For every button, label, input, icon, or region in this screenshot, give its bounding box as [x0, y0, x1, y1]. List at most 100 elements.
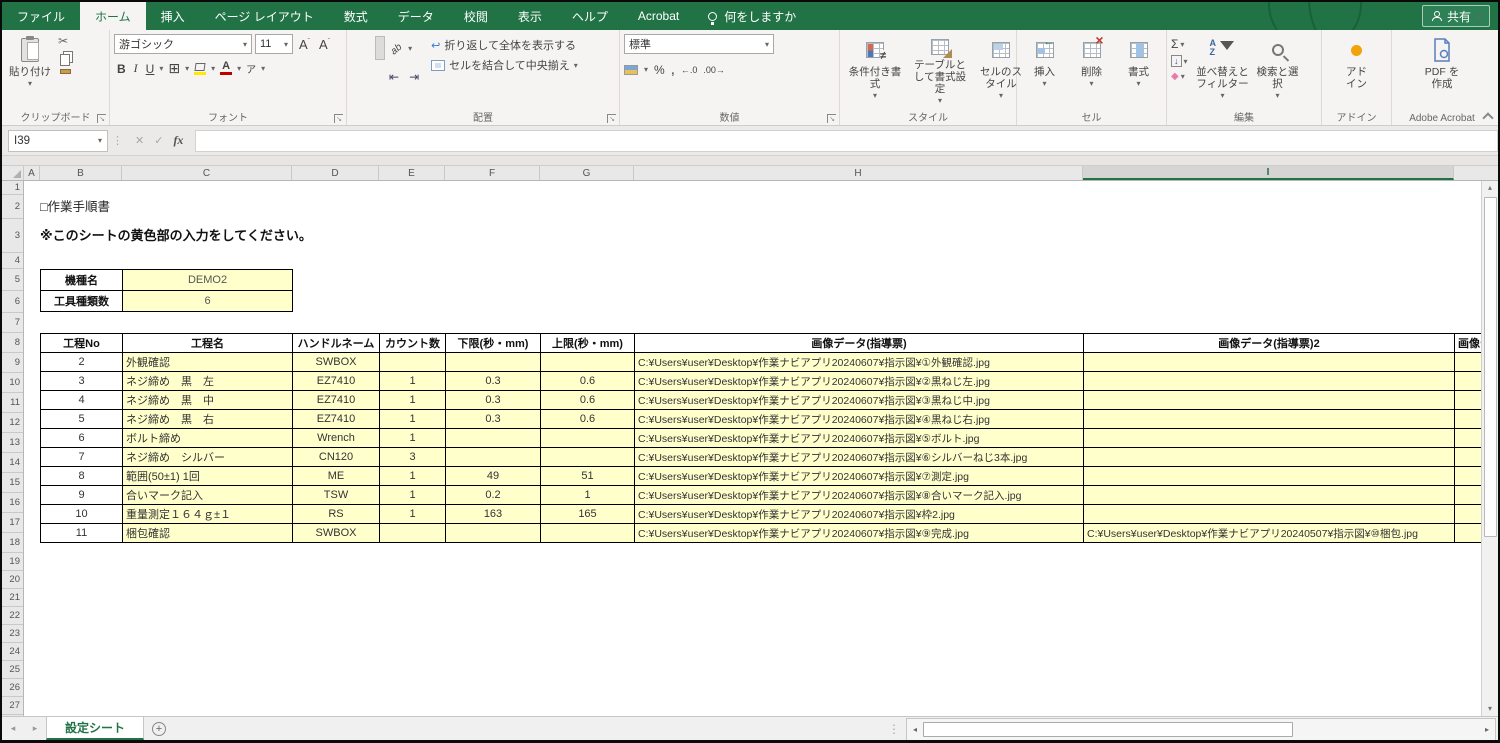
cell[interactable] — [1455, 448, 1482, 467]
cell[interactable]: TSW — [293, 486, 380, 505]
row-header-11[interactable]: 11 — [2, 393, 23, 413]
vertical-scrollbar[interactable] — [1481, 181, 1498, 716]
cell[interactable]: 範囲(50±1) 1回 — [123, 467, 293, 486]
cell[interactable]: 49 — [446, 467, 541, 486]
row-header-20[interactable]: 20 — [2, 571, 23, 589]
increase-font-button[interactable]: Aˆ — [296, 37, 313, 52]
row-header-24[interactable]: 24 — [2, 643, 23, 661]
tab-scroll-splitter[interactable]: ⋮ — [882, 717, 906, 740]
cell[interactable]: C:¥Users¥user¥Desktop¥作業ナビアプリ20240607¥指示… — [635, 467, 1084, 486]
cell[interactable]: 9 — [41, 486, 123, 505]
cell[interactable]: 10 — [41, 505, 123, 524]
cell[interactable]: 2 — [41, 353, 123, 372]
ribbon-tab-挿入[interactable]: 挿入 — [146, 2, 200, 30]
formula-input[interactable] — [195, 130, 1498, 152]
row-header-16[interactable]: 16 — [2, 493, 23, 513]
phonetic-guide-button[interactable] — [243, 61, 259, 76]
cell[interactable]: 梱包確認 — [123, 524, 293, 543]
sheet-canvas[interactable]: □作業手順書 ※このシートの黄色部の入力をしてください。 機種名DEMO2工具種… — [24, 181, 1481, 716]
info-value-cell[interactable]: DEMO2 — [123, 270, 293, 291]
table-header-cell[interactable]: 画像データ(指導票) — [635, 334, 1084, 353]
clear-button[interactable] — [1171, 71, 1188, 82]
cell[interactable]: 7 — [41, 448, 123, 467]
ribbon-tab-ファイル[interactable]: ファイル — [2, 2, 80, 30]
next-sheet-icon[interactable] — [24, 717, 46, 740]
font-dialog-launcher[interactable] — [334, 114, 343, 123]
align-left-button[interactable] — [351, 74, 359, 80]
table-header-cell[interactable]: 工程名 — [123, 334, 293, 353]
cell[interactable]: C:¥Users¥user¥Desktop¥作業ナビアプリ20240607¥指示… — [635, 353, 1084, 372]
cell[interactable]: 0.3 — [446, 391, 541, 410]
select-all-corner[interactable] — [2, 166, 24, 180]
vertical-scroll-thumb[interactable] — [1484, 197, 1497, 537]
insert-function-icon[interactable] — [173, 133, 183, 148]
row-header-4[interactable]: 4 — [2, 253, 23, 269]
cancel-entry-icon[interactable] — [135, 134, 144, 147]
format-as-table-button[interactable]: テーブルとして書式設定 — [906, 34, 974, 109]
fill-color-button[interactable] — [191, 63, 209, 75]
column-header-I[interactable]: I — [1083, 166, 1454, 180]
cell[interactable]: C:¥Users¥user¥Desktop¥作業ナビアプリ20240607¥指示… — [635, 410, 1084, 429]
ribbon-tab-ページ レイアウト[interactable]: ページ レイアウト — [200, 2, 329, 30]
cell[interactable] — [1084, 353, 1455, 372]
row-header-22[interactable]: 22 — [2, 607, 23, 625]
row-header-14[interactable]: 14 — [2, 453, 23, 473]
alignment-dialog-launcher[interactable] — [607, 114, 616, 123]
scroll-left-icon[interactable] — [907, 725, 923, 734]
cell[interactable]: EZ7410 — [293, 372, 380, 391]
column-header-B[interactable]: B — [40, 166, 122, 180]
ribbon-tab-Acrobat[interactable]: Acrobat — [623, 2, 694, 30]
wrap-text-button[interactable]: 折り返して全体を表示する — [431, 37, 578, 53]
cell[interactable]: 4 — [41, 391, 123, 410]
decrease-decimal-button[interactable] — [703, 65, 725, 75]
cell[interactable]: 51 — [541, 467, 635, 486]
find-select-button[interactable]: 検索と選択 — [1254, 34, 1302, 109]
cell[interactable]: 1 — [380, 505, 446, 524]
align-right-button[interactable] — [375, 74, 383, 80]
row-header-15[interactable]: 15 — [2, 473, 23, 493]
increase-indent-button[interactable] — [405, 67, 423, 87]
cell[interactable]: C:¥Users¥user¥Desktop¥作業ナビアプリ20240607¥指示… — [635, 505, 1084, 524]
cell[interactable] — [1455, 486, 1482, 505]
cell[interactable]: 重量測定１６４ｇ±１ — [123, 505, 293, 524]
cell[interactable]: CN120 — [293, 448, 380, 467]
cell[interactable]: ネジ締め シルバー — [123, 448, 293, 467]
align-center-button[interactable] — [361, 65, 373, 89]
sheet-tab-active[interactable]: 設定シート — [46, 717, 144, 740]
row-header-3[interactable]: 3 — [2, 219, 23, 253]
row-header-21[interactable]: 21 — [2, 589, 23, 607]
row-header-17[interactable]: 17 — [2, 513, 23, 533]
table-header-cell[interactable]: ハンドルネーム — [293, 334, 380, 353]
column-header-H[interactable]: H — [634, 166, 1083, 180]
addins-button[interactable]: アドイン — [1341, 34, 1373, 109]
cell[interactable]: 1 — [380, 467, 446, 486]
cell[interactable] — [541, 353, 635, 372]
format-painter-button[interactable] — [60, 69, 71, 74]
cell[interactable] — [380, 524, 446, 543]
cell[interactable] — [541, 429, 635, 448]
font-color-button[interactable]: A — [217, 62, 235, 75]
cell[interactable]: ボルト締め — [123, 429, 293, 448]
cell[interactable] — [1084, 467, 1455, 486]
cell[interactable]: 0.6 — [541, 410, 635, 429]
cell[interactable]: 0.6 — [541, 391, 635, 410]
cut-button[interactable] — [58, 34, 71, 48]
ribbon-tab-校閲[interactable]: 校閲 — [449, 2, 503, 30]
cell[interactable]: RS — [293, 505, 380, 524]
scroll-up-icon[interactable] — [1488, 181, 1492, 195]
middle-align-button[interactable] — [363, 36, 373, 60]
cell[interactable] — [446, 448, 541, 467]
row-header-1[interactable]: 1 — [2, 181, 23, 195]
cell[interactable] — [380, 353, 446, 372]
insert-cells-button[interactable]: 挿入 — [1031, 34, 1058, 109]
delete-cells-button[interactable]: 削除 — [1078, 34, 1105, 109]
accounting-format-icon[interactable] — [624, 65, 638, 75]
cell[interactable] — [1084, 372, 1455, 391]
cell[interactable]: C:¥Users¥user¥Desktop¥作業ナビアプリ20240607¥指示… — [635, 448, 1084, 467]
bottom-align-button[interactable] — [375, 36, 385, 60]
cell[interactable]: 6 — [41, 429, 123, 448]
underline-button[interactable]: U — [143, 62, 158, 76]
cell[interactable]: 0.3 — [446, 372, 541, 391]
info-label-cell[interactable]: 機種名 — [41, 270, 123, 291]
column-header-G[interactable]: G — [540, 166, 634, 180]
